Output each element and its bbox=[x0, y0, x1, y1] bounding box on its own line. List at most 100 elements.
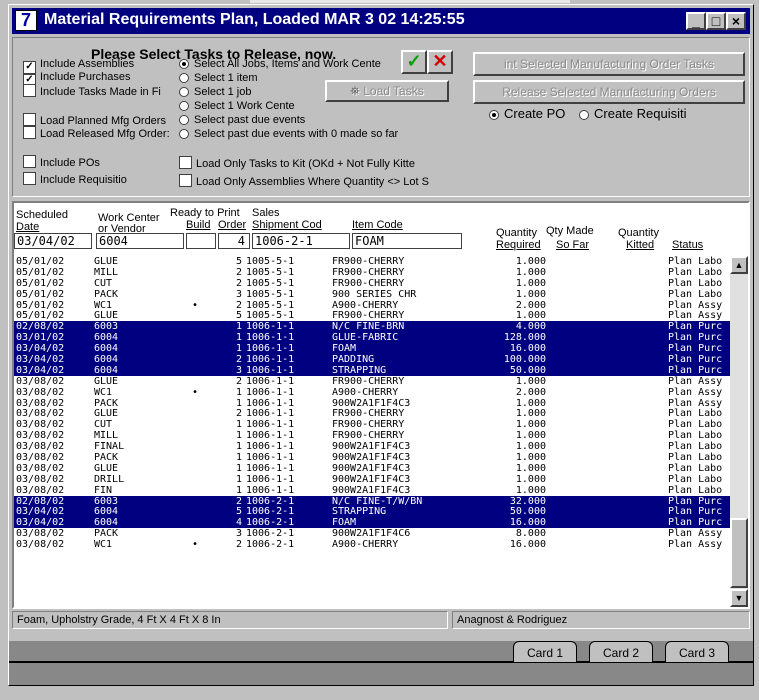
table-row[interactable]: 03/08/02 GLUE 2 1006-1-1 FR900-CHERRY 1.000 Pl… bbox=[14, 408, 730, 419]
cell-status: Plan Labo bbox=[668, 484, 723, 496]
cell-item-code: N/C FINE-BRN bbox=[332, 321, 405, 333]
load-tasks-button[interactable]: ⛯ Load Tasks bbox=[325, 80, 449, 102]
table-row[interactable]: 05/01/02 CUT 2 1005-5-1 FR900-CHERRY 1.000 Pla… bbox=[14, 278, 730, 289]
radio-create-requisition[interactable]: Create Requisiti bbox=[579, 106, 687, 121]
include-tasks-made-checkbox[interactable]: Include Tasks Made in Fi bbox=[23, 84, 161, 99]
radio-select-item[interactable]: Select 1 item bbox=[179, 72, 258, 85]
tab-card-2[interactable]: Card 2 bbox=[589, 641, 653, 663]
load-released-mfg-checkbox[interactable]: Load Released Mfg Order: bbox=[23, 126, 170, 141]
cell-work-center: PACK bbox=[94, 397, 119, 409]
cell-order: 1 bbox=[235, 321, 242, 333]
scroll-down-button[interactable]: ▼ bbox=[730, 589, 748, 607]
shipment-filter-input[interactable]: 1006-2-1 bbox=[252, 233, 350, 249]
cell-status: Plan Assy bbox=[668, 386, 723, 398]
cell-date: 02/08/02 bbox=[16, 495, 65, 507]
table-row[interactable]: 03/08/02 MILL 1 1006-1-1 FR900-CHERRY 1.000 Pl… bbox=[14, 430, 730, 441]
table-row[interactable]: 02/08/02 6003 1 1006-1-1 N/C FINE-BRN 4.000 Pl… bbox=[14, 321, 730, 332]
load-only-assemblies-checkbox[interactable]: Load Only Assemblies Where Quantity <> L… bbox=[179, 174, 429, 189]
cell-shipment: 1006-2-1 bbox=[246, 528, 295, 540]
maximize-button[interactable]: □ bbox=[706, 12, 726, 30]
table-row[interactable]: 03/04/02 6004 1 1006-1-1 FOAM 16.000 Plan Purc bbox=[14, 343, 730, 354]
title-bar[interactable]: 7 Material Requirements Plan, Loaded MAR… bbox=[12, 8, 750, 34]
cell-order: 1 bbox=[235, 441, 242, 453]
order-filter-input[interactable]: 4 bbox=[218, 233, 250, 249]
close-button[interactable]: × bbox=[726, 12, 746, 30]
cell-shipment: 1006-2-1 bbox=[246, 539, 295, 551]
cell-work-center: MILL bbox=[94, 266, 119, 278]
scroll-thumb[interactable] bbox=[730, 518, 748, 588]
cell-date: 03/08/02 bbox=[16, 539, 65, 551]
table-row[interactable]: 03/08/02 WC1 • 2 1006-2-1 A900-CHERRY 16.000 Pl… bbox=[14, 539, 730, 550]
vertical-scrollbar[interactable]: ▲ ▼ bbox=[730, 256, 748, 607]
scroll-up-button[interactable]: ▲ bbox=[730, 256, 748, 274]
load-only-kit-checkbox[interactable]: Load Only Tasks to Kit (OKd + Not Fully … bbox=[179, 156, 415, 171]
table-row[interactable]: 03/08/02 WC1 • 1 1006-1-1 A900-CHERRY 2.000 Pla… bbox=[14, 387, 730, 398]
release-selected-button[interactable]: Release Selected Manufacturing Orders bbox=[473, 80, 745, 104]
cell-item-code: 900W2A1F1F4C6 bbox=[332, 528, 411, 540]
table-row[interactable]: 03/08/02 GLUE 1 1006-1-1 900W2A1F1F4C3 1.000 P… bbox=[14, 463, 730, 474]
cell-order: 2 bbox=[235, 299, 242, 311]
table-row[interactable]: 03/08/02 DRILL 1 1006-1-1 900W2A1F1F4C3 1.000… bbox=[14, 474, 730, 485]
radio-select-job[interactable]: Select 1 job bbox=[179, 86, 251, 99]
tab-card-1[interactable]: Card 1 bbox=[513, 641, 577, 663]
cell-date: 05/01/02 bbox=[16, 277, 65, 289]
minimize-button[interactable]: _ bbox=[686, 12, 706, 30]
cell-date: 03/01/02 bbox=[16, 332, 65, 344]
ok-button[interactable]: ✓ bbox=[401, 50, 427, 74]
item-code-filter-input[interactable]: FOAM bbox=[352, 233, 462, 249]
cancel-button[interactable]: ✕ bbox=[427, 50, 453, 74]
table-row[interactable]: 03/08/02 PACK 3 1006-2-1 900W2A1F1F4C6 8.000 P… bbox=[14, 528, 730, 539]
build-filter-input[interactable] bbox=[186, 233, 216, 249]
cell-quantity: 2.000 bbox=[515, 299, 546, 311]
cell-quantity: 1.000 bbox=[515, 484, 546, 496]
radio-past-due[interactable]: Select past due events bbox=[179, 114, 305, 127]
radio-past-due-zero[interactable]: Select past due events with 0 made so fa… bbox=[179, 128, 398, 141]
cell-order: 5 bbox=[235, 256, 242, 267]
radio-select-all[interactable]: Select All Jobs, Items and Work Cente bbox=[179, 58, 381, 71]
table-row[interactable]: 05/01/02 GLUE 5 1005-5-1 FR900-CHERRY 1.000 Pl… bbox=[14, 256, 730, 267]
cell-shipment: 1006-1-1 bbox=[246, 408, 295, 420]
cell-order: 1 bbox=[235, 473, 242, 485]
cell-item-code: 900W2A1F1F4C3 bbox=[332, 397, 411, 409]
cell-work-center: PACK bbox=[94, 452, 119, 464]
table-row[interactable]: 03/08/02 PACK 1 1006-1-1 900W2A1F1F4C3 1.000 P… bbox=[14, 398, 730, 409]
cell-date: 02/08/02 bbox=[16, 321, 65, 333]
cell-item-code: FR900-CHERRY bbox=[332, 375, 405, 387]
cell-date: 05/01/02 bbox=[16, 310, 65, 322]
table-row[interactable]: 03/04/02 6004 4 1006-2-1 FOAM 16.000 Plan Purc bbox=[14, 517, 730, 528]
table-row[interactable]: 03/08/02 PACK 1 1006-1-1 900W2A1F1F4C3 1.000 P… bbox=[14, 452, 730, 463]
date-filter-input[interactable]: 03/04/02 bbox=[14, 233, 92, 249]
table-row[interactable]: 03/08/02 CUT 1 1006-1-1 FR900-CHERRY 1.000 Pla… bbox=[14, 419, 730, 430]
table-row[interactable]: 03/01/02 6004 1 1006-1-1 GLUE-FABRIC 128.000 P… bbox=[14, 332, 730, 343]
work-center-filter-input[interactable]: 6004 bbox=[96, 233, 184, 249]
cell-work-center: WC1 bbox=[94, 299, 113, 311]
cell-item-code: PADDING bbox=[332, 354, 375, 366]
radio-create-po[interactable]: Create PO bbox=[489, 106, 565, 121]
table-row[interactable]: 05/01/02 PACK 3 1005-5-1 900 SERIES CHR 1.000… bbox=[14, 289, 730, 300]
table-row[interactable]: 05/01/02 GLUE 5 1005-5-1 FR900-CHERRY 1.000 Pl… bbox=[14, 310, 730, 321]
radio-select-work-center[interactable]: Select 1 Work Cente bbox=[179, 100, 295, 113]
cell-quantity: 8.000 bbox=[515, 528, 546, 540]
table-row[interactable]: 02/08/02 6003 2 1006-2-1 N/C FINE-T/W/BN 32.0… bbox=[14, 495, 730, 507]
header-quantity-kitted: Quantity bbox=[618, 227, 659, 239]
app-icon[interactable]: 7 bbox=[15, 10, 37, 31]
cell-status: Plan Assy bbox=[668, 528, 723, 540]
cell-status: Plan Assy bbox=[668, 539, 723, 551]
table-row[interactable]: 05/01/02 WC1 • 2 1005-5-1 A900-CHERRY 2.000 Pla… bbox=[14, 300, 730, 311]
print-selected-button[interactable]: int Selected Manufacturing Order Tasks bbox=[473, 52, 745, 76]
include-requisitions-checkbox[interactable]: Include Requisitio bbox=[23, 172, 127, 187]
cell-date: 03/08/02 bbox=[16, 430, 65, 442]
table-row[interactable]: 03/04/02 6004 3 1006-1-1 STRAPPING 50.000 Plan… bbox=[14, 364, 730, 376]
cell-order: 1 bbox=[235, 397, 242, 409]
cell-work-center: PACK bbox=[94, 528, 119, 540]
table-row[interactable]: 03/08/02 FINAL 1 1006-1-1 900W2A1F1F4C3 1.000… bbox=[14, 441, 730, 452]
table-row[interactable]: 03/08/02 FIN 1 1006-1-1 900W2A1F1F4C3 1.000 Pl… bbox=[14, 485, 730, 496]
table-row[interactable]: 03/04/02 6004 2 1006-1-1 PADDING 100.000 Plan … bbox=[14, 354, 730, 365]
table-row[interactable]: 05/01/02 MILL 2 1005-5-1 FR900-CHERRY 1.000 Pl… bbox=[14, 267, 730, 278]
table-row[interactable]: 03/08/02 GLUE 2 1006-1-1 FR900-CHERRY 1.000 Pl… bbox=[14, 376, 730, 387]
tab-card-3[interactable]: Card 3 bbox=[665, 641, 729, 663]
cell-quantity: 16.000 bbox=[509, 539, 546, 551]
include-pos-checkbox[interactable]: Include POs bbox=[23, 155, 100, 170]
cell-item-code: FR900-CHERRY bbox=[332, 277, 405, 289]
table-row[interactable]: 03/04/02 6004 5 1006-2-1 STRAPPING 50.000 Plan… bbox=[14, 506, 730, 517]
